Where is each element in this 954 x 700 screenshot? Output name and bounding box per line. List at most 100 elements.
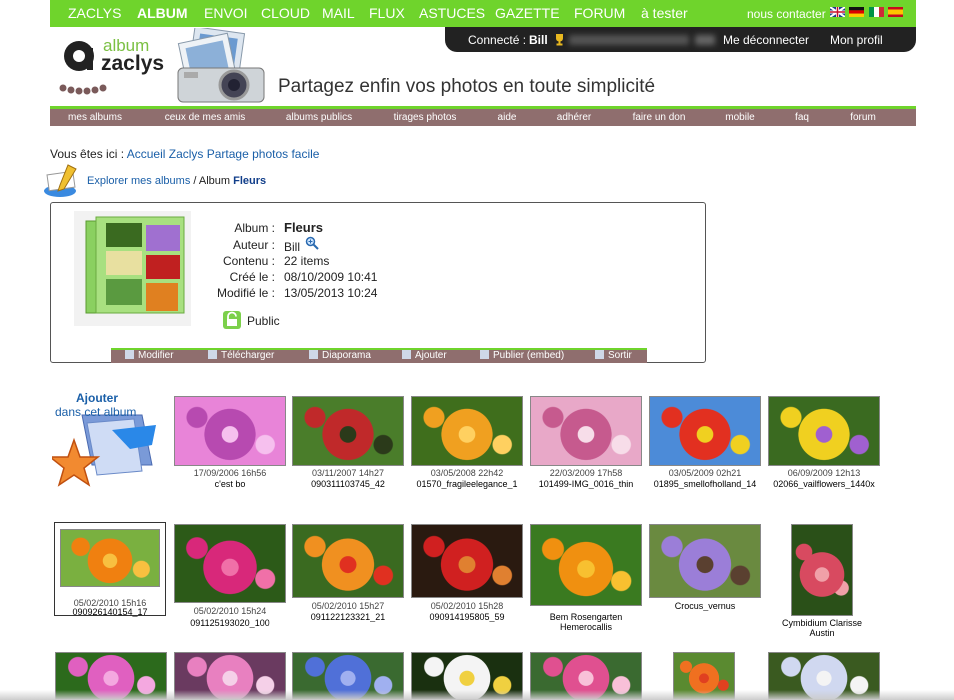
english-flag-icon[interactable]: [830, 7, 845, 17]
subnav-ceux-de-mes-amis[interactable]: ceux de mes amis: [165, 112, 246, 123]
add-label-line2: dans cet album: [55, 405, 137, 419]
nav-album[interactable]: ALBUM: [137, 5, 188, 21]
exit-icon: [595, 350, 604, 359]
modify-button[interactable]: Modifier: [125, 350, 174, 361]
photo-thumbnail[interactable]: [791, 524, 853, 616]
slideshow-button[interactable]: Diaporama: [309, 350, 371, 361]
modified-label: Modifié le :: [216, 286, 275, 300]
photo-thumbnail[interactable]: [60, 529, 160, 587]
album-name: Fleurs: [284, 220, 324, 235]
photo-name[interactable]: 02066_vailflowers_1440x: [773, 479, 875, 489]
album-info-panel: Album : Fleurs Auteur : Bill Contenu : 2…: [50, 202, 706, 363]
content-label: Contenu :: [222, 254, 275, 268]
photo-name[interactable]: c'est bo: [215, 479, 246, 489]
photo-name[interactable]: Cymbidium Clarisse Austin: [772, 618, 872, 638]
explore-albums-link[interactable]: Explorer mes albums: [87, 175, 190, 187]
blurred-icon: [695, 35, 715, 45]
zaclys-album-logo[interactable]: album zaclys: [55, 30, 165, 98]
created-label: Créé le :: [229, 270, 275, 284]
album-breadcrumb-separator: / Album: [193, 175, 231, 187]
album-actions-bar: Modifier Télécharger Diaporama Ajouter P…: [111, 348, 647, 363]
photo-name[interactable]: 090914195805_59: [429, 612, 504, 622]
photo-name[interactable]: 101499-IMG_0016_thin: [539, 479, 634, 489]
photo-thumbnail[interactable]: [411, 396, 523, 466]
nav-gazette[interactable]: GAZETTE: [495, 5, 560, 21]
subnav-forum[interactable]: forum: [850, 112, 876, 123]
photo-name[interactable]: 01570_fragileelegance_1: [416, 479, 517, 489]
photo-thumbnail[interactable]: [649, 396, 761, 466]
photo-date: 22/03/2009 17h58: [549, 468, 623, 478]
edit-icon: [125, 350, 134, 359]
photo-date: 03/11/2007 14h27: [312, 468, 384, 478]
album-author[interactable]: Bill: [284, 240, 300, 254]
spanish-flag-icon[interactable]: [888, 7, 903, 17]
photo-date: 17/09/2006 16h56: [193, 468, 267, 478]
album-breadcrumb: Explorer mes albums / Album Fleurs: [87, 175, 266, 187]
photo-name[interactable]: 091122123321_21: [311, 612, 385, 622]
photo-thumbnail[interactable]: [411, 524, 523, 598]
breadcrumb-prefix: Vous êtes ici :: [50, 147, 125, 161]
subnav-faq[interactable]: faq: [795, 112, 809, 123]
photo-thumbnail[interactable]: [292, 396, 404, 466]
subnav-tirages-photos[interactable]: tirages photos: [394, 112, 457, 123]
album-created-date: 08/10/2009 10:41: [284, 270, 378, 284]
blurred-status: [569, 35, 689, 45]
download-button[interactable]: Télécharger: [208, 350, 274, 361]
nav-cloud[interactable]: CLOUD: [261, 5, 310, 21]
album-modified-date: 13/05/2013 10:24: [284, 286, 378, 300]
add-label-line1: Ajouter: [76, 391, 118, 405]
breadcrumb-home-link[interactable]: Accueil Zaclys Partage photos facile: [127, 147, 320, 161]
publish-embed-button[interactable]: Publier (embed): [480, 350, 564, 361]
photo-date: 05/02/2010 15h28: [430, 601, 504, 611]
german-flag-icon[interactable]: [849, 7, 864, 17]
photo-thumbnail[interactable]: [174, 524, 286, 603]
slideshow-icon: [309, 350, 318, 359]
user-bar: Connecté : Bill Me déconnecter Mon profi…: [445, 27, 916, 52]
photo-date: 03/05/2009 02h21: [668, 468, 742, 478]
sub-navigation-bar: mes albums ceux de mes amis albums publi…: [50, 106, 916, 126]
photo-thumbnail[interactable]: [649, 524, 761, 598]
nav-a-tester[interactable]: à tester: [641, 5, 688, 21]
subnav-albums-publics[interactable]: albums publics: [286, 112, 352, 123]
photo-name[interactable]: Bem Rosengarten Hemerocallis: [536, 612, 636, 632]
subnav-aide[interactable]: aide: [498, 112, 517, 123]
subnav-adherer[interactable]: adhérer: [557, 112, 591, 123]
photo-thumbnail[interactable]: [530, 396, 642, 466]
explore-albums-icon: [44, 164, 77, 197]
photo-name[interactable]: 090311103745_42: [311, 479, 385, 489]
add-to-album-button[interactable]: Ajouter dans cet album: [52, 385, 164, 497]
zoom-icon[interactable]: [305, 236, 319, 250]
nav-astuces[interactable]: ASTUCES: [419, 5, 485, 21]
album-label: Album :: [234, 221, 275, 235]
photo-name[interactable]: 090926140154_17: [72, 607, 147, 617]
subnav-faire-un-don[interactable]: faire un don: [633, 112, 686, 123]
nav-envoi[interactable]: ENVOI: [204, 5, 248, 21]
italian-flag-icon[interactable]: [869, 7, 884, 17]
nav-zaclys[interactable]: ZACLYS: [68, 5, 121, 21]
album-content-count: 22 items: [284, 254, 330, 268]
username[interactable]: Bill: [529, 33, 548, 47]
profile-link[interactable]: Mon profil: [830, 33, 883, 47]
photo-thumbnail[interactable]: [292, 524, 404, 598]
add-button[interactable]: Ajouter: [402, 350, 447, 361]
top-navigation-bar: ZACLYS ALBUM ENVOI CLOUD MAIL FLUX ASTUC…: [50, 0, 916, 27]
contact-link[interactable]: nous contacter: [747, 7, 826, 21]
photo-name[interactable]: 091125193020_100: [190, 618, 269, 628]
nav-mail[interactable]: MAIL: [322, 5, 355, 21]
exit-button[interactable]: Sortir: [595, 350, 632, 361]
subnav-mes-albums[interactable]: mes albums: [68, 112, 122, 123]
photo-thumbnail[interactable]: [768, 396, 880, 466]
connected-label: Connecté :: [468, 33, 527, 47]
subnav-mobile[interactable]: mobile: [725, 112, 754, 123]
nav-flux[interactable]: FLUX: [369, 5, 405, 21]
photo-thumbnail[interactable]: [174, 396, 286, 466]
photo-thumbnail[interactable]: [530, 524, 642, 606]
nav-forum[interactable]: FORUM: [574, 5, 625, 21]
album-cover-thumbnail[interactable]: [74, 211, 191, 326]
album-cover-graphic: [85, 216, 185, 314]
photo-name[interactable]: Crocus_vernus: [675, 601, 736, 611]
add-icon: [402, 350, 411, 359]
logout-link[interactable]: Me déconnecter: [723, 33, 809, 47]
public-label: Public: [247, 314, 280, 328]
photo-name[interactable]: 01895_smellofholland_14: [654, 479, 757, 489]
